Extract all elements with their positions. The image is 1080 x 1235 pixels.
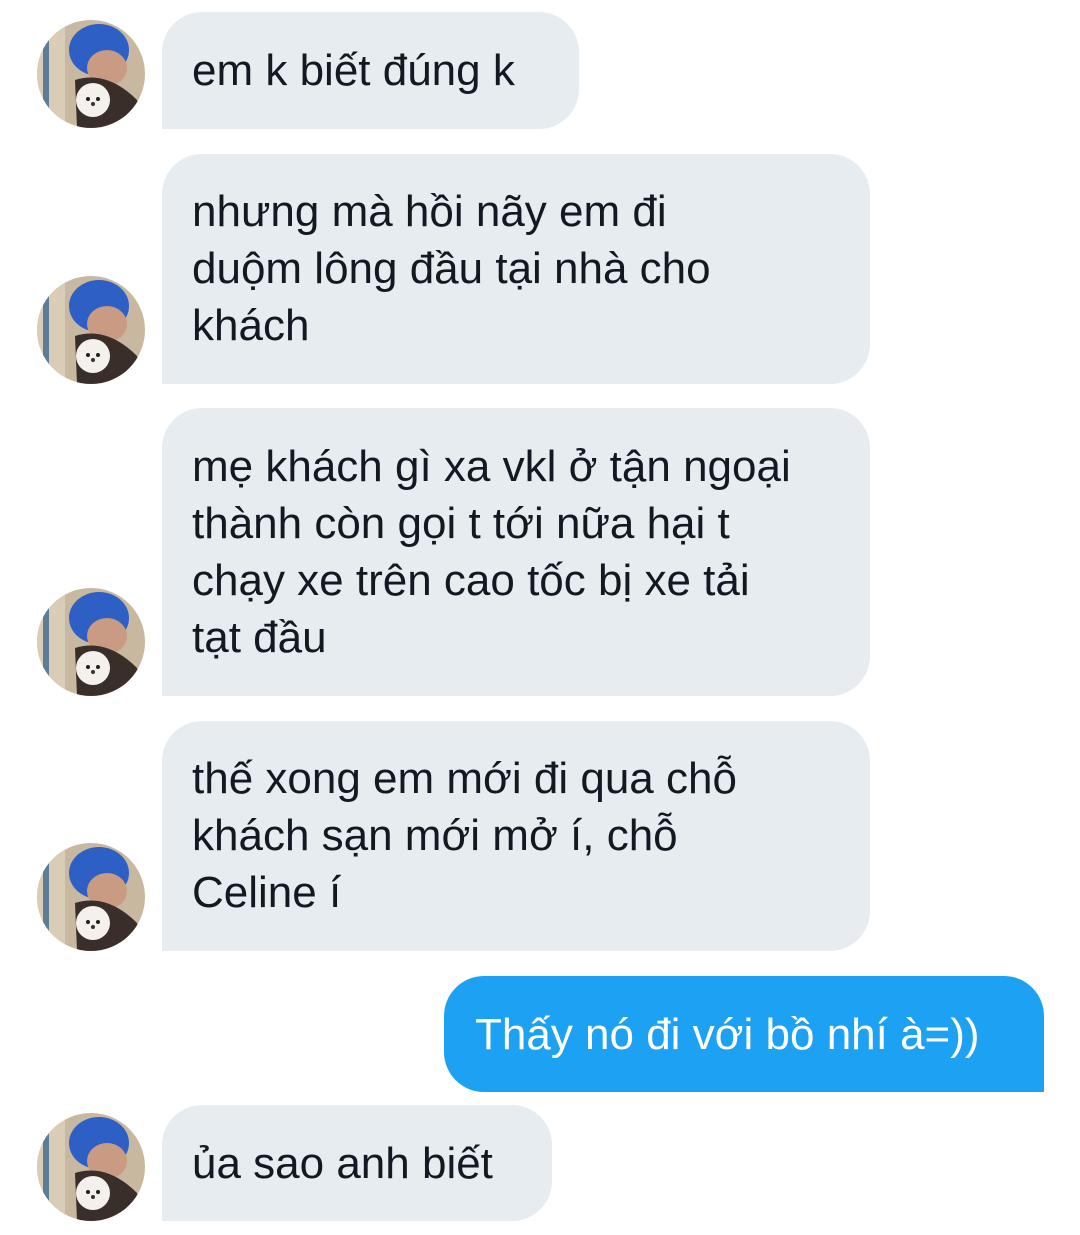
sender-avatar[interactable]	[37, 276, 145, 384]
message-bubble[interactable]: mẹ khách gì xa vkl ở tận ngoại thành còn…	[162, 408, 870, 696]
sender-avatar[interactable]	[37, 843, 145, 951]
avatar-image	[37, 20, 145, 128]
avatar-image	[37, 843, 145, 951]
message-thread: em k biết đúng k nhưng mà hồi nãy em đi …	[0, 0, 1080, 1235]
sender-avatar[interactable]	[37, 1113, 145, 1221]
message-bubble[interactable]: ủa sao anh biết	[162, 1105, 552, 1221]
avatar-image	[37, 276, 145, 384]
avatar-image	[37, 588, 145, 696]
sender-avatar[interactable]	[37, 588, 145, 696]
message-bubble[interactable]: thế xong em mới đi qua chỗ khách sạn mới…	[162, 721, 870, 951]
sender-avatar[interactable]	[37, 20, 145, 128]
avatar-image	[37, 1113, 145, 1221]
message-bubble[interactable]: nhưng mà hồi nãy em đi duộm lông đầu tại…	[162, 154, 870, 384]
message-bubble-sent[interactable]: Thấy nó đi với bồ nhí à=))	[444, 976, 1044, 1092]
message-bubble[interactable]: em k biết đúng k	[162, 12, 579, 129]
